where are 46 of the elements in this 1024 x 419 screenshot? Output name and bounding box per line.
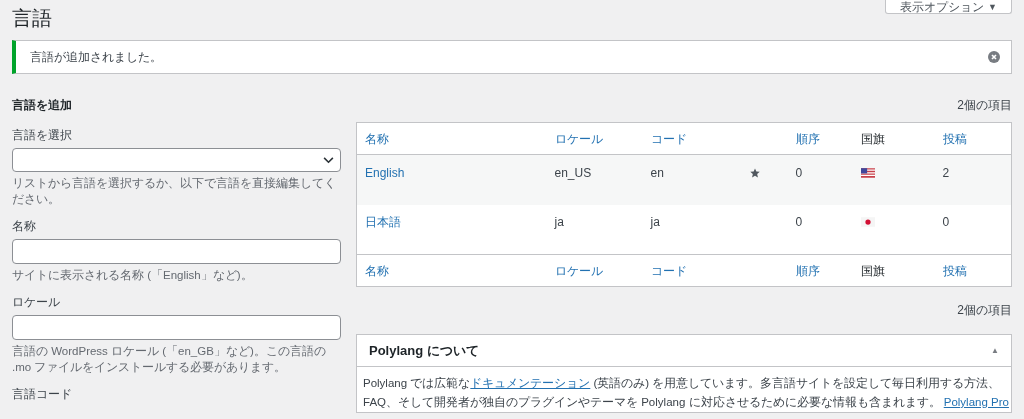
panel-title: Polylang について — [369, 341, 479, 360]
column-header: 国旗 — [860, 263, 885, 278]
dismiss-icon[interactable] — [988, 51, 1000, 63]
table-cell: en_US — [554, 165, 592, 180]
column-sort-link[interactable]: 順序 — [795, 131, 820, 146]
field-label: 言語を選択 — [12, 128, 72, 142]
help-text: 言語の WordPress ロケール (「en_GB」など)。この言語の .mo ファイルをインストールする必要があります。 — [12, 344, 327, 375]
item-count: 2個の項目 — [957, 98, 1012, 112]
page-title: 言語 — [12, 6, 52, 30]
column-sort-link[interactable]: ロケール — [554, 263, 603, 278]
help-text: サイトに表示される名称 (「English」など)。 — [12, 268, 254, 283]
language-select[interactable] — [12, 148, 341, 172]
text-input[interactable] — [12, 315, 341, 340]
text-input[interactable] — [12, 239, 341, 264]
column-sort-link[interactable]: コード — [650, 131, 687, 146]
column-sort-link[interactable]: 名称 — [365, 263, 389, 278]
help-text: リストから言語を選択するか、以下で言語を直接編集してください。 — [12, 176, 337, 207]
table-cell: 0 — [795, 215, 803, 230]
panel-toggle-button[interactable]: ▲ — [991, 344, 999, 357]
table-cell: ja — [554, 215, 564, 230]
notice-message: 言語が追加されました。 — [30, 49, 162, 66]
text-link[interactable]: Polylang Pro — [943, 396, 1009, 408]
panel-text: Polylang では広範な ドキュメンテーション (英語のみ) を用意しています。多言語サイトを設定して毎日利用する方法、 FAQ、そして開発者が独自のプラグインやテーマを Polylang に対応させるために必要な情報も含まれます。 Polylang Pro — [362, 376, 1010, 411]
table-cell: ja — [650, 215, 660, 230]
screen-options-button[interactable]: 表示オプション ▼ — [885, 0, 1012, 14]
text-link[interactable]: ドキュメンテーション — [470, 377, 591, 389]
field-label: 言語コード — [12, 387, 72, 401]
section-heading: 言語を追加 — [12, 97, 72, 112]
column-sort-link[interactable]: 順序 — [795, 263, 820, 278]
field-label: 名称 — [12, 219, 36, 233]
table-cell: en — [650, 165, 664, 180]
column-sort-link[interactable]: 投稿 — [942, 131, 967, 146]
item-count: 2個の項目 — [957, 303, 1012, 317]
table-cell: 0 — [942, 215, 950, 230]
chevron-down-icon — [323, 156, 334, 164]
column-header: 国旗 — [860, 131, 885, 146]
field-label: ロケール — [12, 295, 60, 309]
star-icon — [749, 167, 760, 178]
table-cell: 2 — [942, 165, 950, 180]
column-sort-link[interactable]: コード — [650, 263, 687, 278]
column-sort-link[interactable]: 投稿 — [942, 263, 967, 278]
language-link[interactable]: English — [365, 165, 405, 180]
column-sort-link[interactable]: ロケール — [554, 131, 603, 146]
column-sort-link[interactable]: 名称 — [365, 131, 389, 146]
language-link[interactable]: 日本語 — [365, 215, 401, 230]
table-cell: 0 — [795, 165, 803, 180]
